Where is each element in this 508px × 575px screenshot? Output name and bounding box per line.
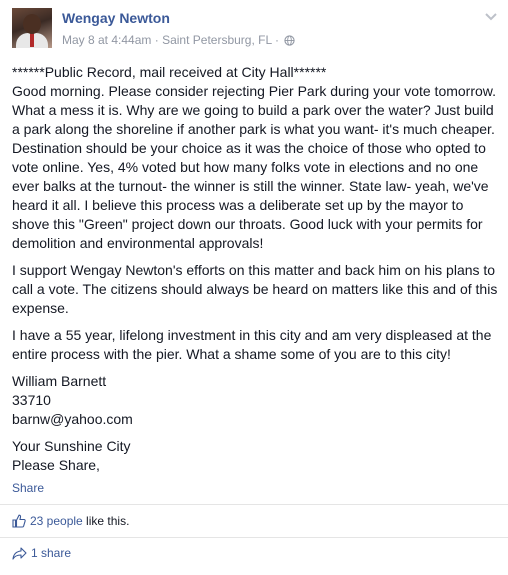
share-arrow-icon bbox=[12, 547, 27, 560]
post-line: call a vote. The citizens should always … bbox=[12, 281, 498, 297]
share-action-link[interactable]: Share bbox=[12, 481, 44, 495]
globe-icon[interactable] bbox=[284, 35, 296, 46]
likes-count-link[interactable]: 23 people bbox=[30, 514, 83, 528]
shares-count-link[interactable]: 1 share bbox=[31, 546, 71, 560]
meta-separator: · bbox=[154, 33, 159, 47]
post-paragraph: I support Wengay Newton's efforts on thi… bbox=[12, 261, 502, 318]
post-line: vote online. Yes, 4% voted but how many … bbox=[12, 159, 479, 175]
post-location[interactable]: Saint Petersburg, FL bbox=[162, 33, 272, 47]
likes-summary: 23 people like this. bbox=[12, 514, 129, 528]
post-line: barnw@yahoo.com bbox=[12, 411, 133, 427]
post-line: I support Wengay Newton's efforts on thi… bbox=[12, 262, 496, 278]
meta-separator: · bbox=[275, 33, 280, 47]
author-name[interactable]: Wengay Newton bbox=[62, 10, 170, 26]
divider bbox=[0, 537, 508, 538]
post-line: 33710 bbox=[12, 392, 51, 408]
post-line: ever balks at the turnout- the winner is… bbox=[12, 178, 489, 194]
thumbs-up-icon bbox=[12, 514, 26, 528]
avatar[interactable] bbox=[12, 8, 52, 48]
post-line: shove this "Green" project down our thro… bbox=[12, 216, 483, 232]
post-line: Good morning. Please consider rejecting … bbox=[12, 83, 497, 99]
likes-suffix: like this. bbox=[82, 514, 130, 528]
post-body: ******Public Record, mail received at Ci… bbox=[12, 63, 502, 483]
post-paragraph: William Barnett 33710 barnw@yahoo.com bbox=[12, 372, 502, 429]
shares-summary: 1 share bbox=[12, 546, 71, 560]
post-line: expense. bbox=[12, 300, 69, 316]
post-line: Your Sunshine City bbox=[12, 438, 131, 454]
post-line: a park along the shoreline if another pa… bbox=[12, 121, 495, 137]
post-line: Destination should be your choice as it … bbox=[12, 140, 486, 156]
post-paragraph: ******Public Record, mail received at Ci… bbox=[12, 63, 502, 253]
post-line: William Barnett bbox=[12, 373, 107, 389]
post-line: I have a 55 year, lifelong investment in… bbox=[12, 327, 492, 343]
post-line: entire process with the pier. What a sha… bbox=[12, 346, 451, 362]
post-timestamp[interactable]: May 8 at 4:44am bbox=[62, 33, 151, 47]
post-line: heard it all. I believe this process was… bbox=[12, 197, 464, 213]
post-paragraph: I have a 55 year, lifelong investment in… bbox=[12, 326, 502, 364]
chevron-down-icon[interactable] bbox=[484, 12, 498, 22]
post-paragraph: Your Sunshine City Please Share, bbox=[12, 437, 502, 475]
post-meta: May 8 at 4:44am · Saint Petersburg, FL · bbox=[62, 33, 296, 47]
post-line: What a mess it is. Why are we going to b… bbox=[12, 102, 494, 118]
post-line: ******Public Record, mail received at Ci… bbox=[12, 64, 327, 80]
divider bbox=[0, 504, 508, 505]
post-line: Please Share, bbox=[12, 457, 100, 473]
post-card: Wengay Newton May 8 at 4:44am · Saint Pe… bbox=[0, 0, 508, 575]
post-line: demolition and environmental approvals! bbox=[12, 235, 264, 251]
